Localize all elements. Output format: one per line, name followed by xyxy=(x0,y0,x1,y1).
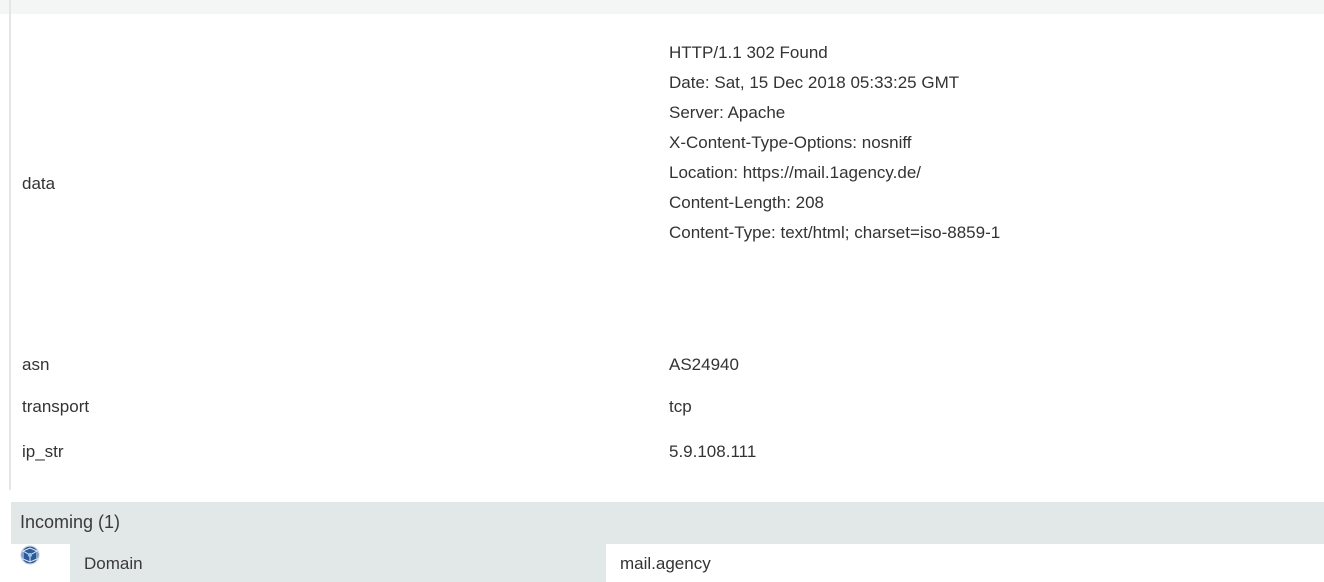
http-header-line: Server: Apache xyxy=(669,103,786,122)
relationship-value-link[interactable]: mail.agency xyxy=(620,554,711,574)
property-key: asn xyxy=(22,355,50,374)
property-row-transport: transport tcp xyxy=(11,386,1324,427)
property-key: data xyxy=(22,174,56,193)
property-value-data: HTTP/1.1 302 Found Date: Sat, 15 Dec 201… xyxy=(669,38,1000,248)
property-key: transport xyxy=(22,396,90,416)
property-value: AS24940 xyxy=(669,355,739,374)
http-header-line: Location: https://mail.1agency.de/ xyxy=(669,163,922,182)
relationship-type: Domain xyxy=(84,554,143,573)
property-key: ip_str xyxy=(22,441,64,461)
relationship-row[interactable]: Domain mail.agency xyxy=(11,544,1324,582)
relationship-type-cell: Domain xyxy=(70,544,606,582)
property-value: tcp xyxy=(669,396,692,416)
property-row-ip-str: ip_str 5.9.108.111 xyxy=(11,427,1324,476)
property-value: 5.9.108.111 xyxy=(669,441,757,461)
globe-icon xyxy=(20,545,40,565)
http-header-line: Date: Sat, 15 Dec 2018 05:33:25 GMT xyxy=(669,73,960,92)
http-header-line: Content-Length: 208 xyxy=(669,193,825,212)
relationship-value-cell[interactable]: mail.agency xyxy=(606,544,1324,582)
property-row-data: data HTTP/1.1 302 Found Date: Sat, 15 De… xyxy=(11,14,1324,344)
property-row-asn: asn AS24940 xyxy=(11,344,1324,386)
http-header-line: X-Content-Type-Options: nosniff xyxy=(669,133,912,152)
incoming-section-header[interactable]: Incoming (1) xyxy=(11,502,1324,544)
properties-table: data HTTP/1.1 302 Found Date: Sat, 15 De… xyxy=(11,14,1324,476)
top-strip xyxy=(0,0,1324,14)
http-header-line: HTTP/1.1 302 Found xyxy=(669,43,828,62)
incoming-title: Incoming (1) xyxy=(20,512,121,532)
http-header-line: Content-Type: text/html; charset=iso-885… xyxy=(669,223,1001,242)
